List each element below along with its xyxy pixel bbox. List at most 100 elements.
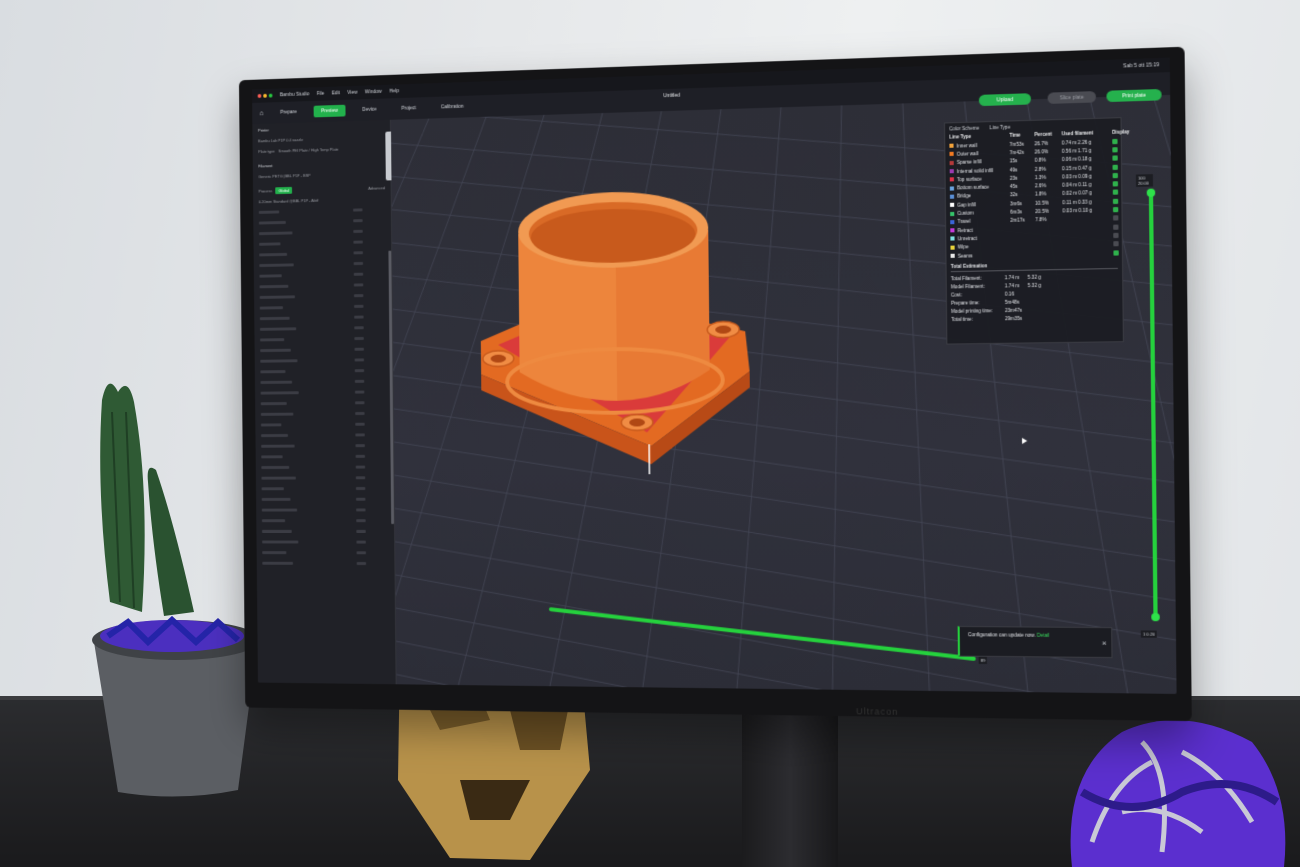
setting-row[interactable] <box>259 237 385 249</box>
menu-app[interactable]: Bambu Studio <box>280 91 309 98</box>
legend-line-type: Custom <box>950 210 1010 217</box>
legend-percent <box>1036 237 1063 238</box>
legend-display-checkbox[interactable] <box>1112 189 1119 196</box>
legend-line-type: Wipe <box>950 244 1010 250</box>
estimation-row: Total time: 29m35s <box>951 312 1118 323</box>
legend-display-checkbox[interactable] <box>1113 241 1119 247</box>
setting-row[interactable] <box>258 205 385 217</box>
window-controls[interactable] <box>257 93 273 98</box>
setting-row[interactable] <box>261 506 389 515</box>
legend-display-checkbox[interactable] <box>1112 207 1119 213</box>
setting-row[interactable] <box>259 312 386 323</box>
legend-swatch <box>950 202 955 208</box>
setting-row[interactable] <box>260 387 387 397</box>
estimation-label: Model Filament: <box>950 283 985 290</box>
legend-rows: Inner wall 7m53s 26.7% 0.74 m 2.26 g Outer w… <box>949 137 1119 260</box>
setting-value-placeholder <box>356 508 366 512</box>
legend-display-checkbox[interactable] <box>1112 147 1118 153</box>
setting-row[interactable] <box>260 409 387 419</box>
setting-row[interactable] <box>262 559 389 568</box>
legend-display-checkbox[interactable] <box>1113 215 1119 221</box>
column-time: Time <box>1009 132 1021 138</box>
legend-used-filament: 0.15 m 0.47 g <box>1061 164 1092 171</box>
tab-calibration[interactable]: Calibration <box>433 101 471 114</box>
home-icon[interactable]: ⌂ <box>260 110 264 117</box>
tab-project[interactable]: Project <box>394 102 424 115</box>
setting-label-placeholder <box>261 529 292 533</box>
menu-window[interactable]: Window <box>365 89 382 95</box>
setting-row[interactable] <box>261 516 389 525</box>
setting-row[interactable] <box>261 473 388 482</box>
legend-display-checkbox[interactable] <box>1112 138 1118 144</box>
setting-row[interactable] <box>259 248 385 259</box>
setting-row[interactable] <box>259 323 386 334</box>
slice-plate-button[interactable]: Slice plate <box>1047 91 1097 104</box>
setting-row[interactable] <box>259 269 385 280</box>
estimation-value-a: 0.16 <box>1004 291 1015 297</box>
close-window-icon[interactable] <box>257 93 262 98</box>
plate-type-row[interactable]: Plate type Smooth PEI Plate / High Temp … <box>258 143 384 155</box>
setting-row[interactable] <box>259 302 386 313</box>
legend-display-checkbox[interactable] <box>1112 181 1119 187</box>
legend-display-checkbox[interactable] <box>1112 155 1118 161</box>
print-plate-button[interactable]: Print plate <box>1106 88 1162 103</box>
layer-slider-bottom-handle[interactable] <box>1151 612 1160 622</box>
legend-percent: 0.8% <box>1034 157 1046 164</box>
tab-preview[interactable]: Preview <box>313 104 346 118</box>
setting-row[interactable] <box>258 216 385 228</box>
upload-button[interactable]: Upload <box>978 93 1031 107</box>
setting-row[interactable] <box>261 484 389 493</box>
advanced-toggle-label[interactable]: Advanced <box>368 185 385 190</box>
setting-row[interactable] <box>261 463 388 472</box>
setting-row[interactable] <box>260 334 386 345</box>
setting-row[interactable] <box>260 398 387 408</box>
window-title: Untitled <box>663 92 681 100</box>
filament-select[interactable]: Generic PETG (BBL P1P - BSP <box>258 169 384 181</box>
menu-file[interactable]: File <box>317 91 325 97</box>
legend-line-type-name: Bridge <box>957 193 971 200</box>
maximize-window-icon[interactable] <box>268 93 273 98</box>
setting-row[interactable] <box>261 430 387 440</box>
legend-display-checkbox[interactable] <box>1113 232 1119 238</box>
setting-row[interactable] <box>261 527 389 536</box>
legend-used-filament: 0.02 m 0.07 g <box>1062 190 1092 197</box>
legend-time: 7m42s <box>1009 149 1024 156</box>
estimation-value-a: 29m35s <box>1005 315 1023 321</box>
setting-row[interactable] <box>260 344 386 355</box>
setting-row[interactable] <box>259 291 386 302</box>
legend-display-checkbox[interactable] <box>1112 172 1118 179</box>
setting-row[interactable] <box>260 366 386 376</box>
setting-row[interactable] <box>262 538 389 547</box>
setting-row[interactable] <box>260 420 387 430</box>
menu-help[interactable]: Help <box>389 88 399 94</box>
tab-device[interactable]: Device <box>355 103 385 116</box>
estimation-value-a: 23m47s <box>1004 307 1023 313</box>
legend-swatch <box>949 143 954 148</box>
legend-time: 2m17s <box>1010 217 1025 224</box>
legend-display-checkbox[interactable] <box>1113 249 1119 256</box>
setting-row[interactable] <box>261 441 387 451</box>
setting-row[interactable] <box>258 226 385 238</box>
color-scheme-dropdown[interactable]: Line Type <box>990 125 1011 131</box>
legend-display-checkbox[interactable] <box>1112 164 1118 170</box>
plate-type-label: Plate type <box>258 148 275 154</box>
minimize-window-icon[interactable] <box>263 93 267 98</box>
notice-detail-link[interactable]: Detail <box>1037 634 1050 639</box>
menu-view[interactable]: View <box>347 90 357 96</box>
legend-display-checkbox[interactable] <box>1113 224 1119 230</box>
legend-display-checkbox[interactable] <box>1112 198 1119 204</box>
legend-swatch <box>950 245 955 250</box>
menu-edit[interactable]: Edit <box>332 90 340 96</box>
setting-value-placeholder <box>355 487 366 490</box>
setting-row[interactable] <box>260 377 386 387</box>
close-icon[interactable]: × <box>1102 638 1107 647</box>
setting-label-placeholder <box>261 519 286 523</box>
tab-prepare[interactable]: Prepare <box>273 106 305 119</box>
process-global-toggle[interactable]: Global <box>275 186 293 195</box>
setting-row[interactable] <box>259 259 385 270</box>
setting-row[interactable] <box>259 280 385 291</box>
setting-row[interactable] <box>262 548 389 557</box>
setting-row[interactable] <box>260 355 386 365</box>
setting-row[interactable] <box>261 452 387 461</box>
setting-row[interactable] <box>261 495 389 504</box>
